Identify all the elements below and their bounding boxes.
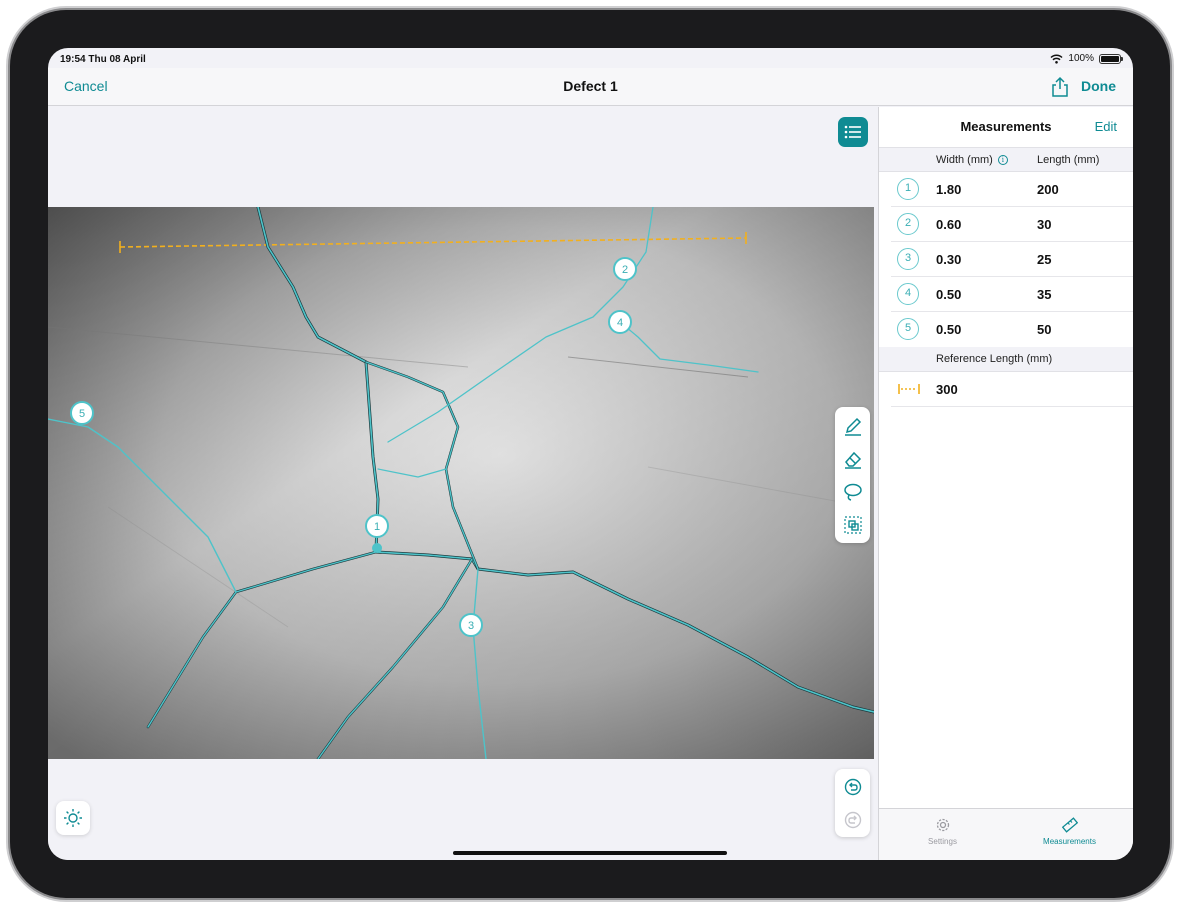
brightness-icon: [64, 809, 82, 827]
edit-button[interactable]: Edit: [1095, 119, 1117, 134]
measurement-number: 4: [897, 283, 919, 305]
pencil-tool[interactable]: [839, 412, 866, 439]
eraser-tool[interactable]: [839, 445, 866, 472]
select-tool[interactable]: [839, 511, 866, 538]
redo-icon: [844, 811, 861, 828]
tab-measurements[interactable]: Measurements: [1006, 817, 1133, 846]
redo-button[interactable]: [839, 806, 866, 833]
page-title: Defect 1: [563, 78, 618, 94]
pencil-icon: [844, 417, 861, 436]
home-indicator: [453, 851, 727, 855]
measurements-header: Measurements Edit: [879, 107, 1133, 147]
eraser-icon: [844, 451, 861, 469]
tab-settings[interactable]: Settings: [879, 817, 1006, 846]
measurement-row[interactable]: 5 0.50 50: [891, 312, 1133, 347]
marker-label: 3: [468, 620, 474, 632]
battery-percent: 100%: [1068, 53, 1094, 64]
crack-marker[interactable]: 5: [70, 401, 94, 425]
image-canvas-area: 1 2 3 4 5: [48, 107, 878, 860]
ruler-icon: [898, 384, 920, 394]
measurement-length: 25: [1037, 252, 1052, 267]
undo-button[interactable]: [839, 773, 866, 800]
undo-icon: [844, 778, 861, 795]
info-icon[interactable]: i: [997, 155, 1008, 165]
marker-label: 4: [617, 317, 623, 329]
marker-label: 2: [622, 264, 628, 276]
measurement-width: 0.30: [936, 252, 962, 267]
measurement-number: 1: [897, 178, 919, 200]
history-controls: [835, 769, 870, 837]
measurement-length: 200: [1037, 182, 1059, 197]
list-icon: [844, 125, 861, 139]
measurement-number: 5: [897, 318, 919, 340]
measurement-row[interactable]: 4 0.50 35: [891, 277, 1133, 312]
status-indicators: 100%: [1050, 53, 1123, 64]
measurement-number: 3: [897, 248, 919, 270]
crack-overlay[interactable]: 1 2 3 4 5: [48, 207, 874, 759]
defect-photo[interactable]: 1 2 3 4 5: [48, 207, 874, 759]
length-column-header: Length (mm): [1037, 154, 1100, 166]
measurement-number: 2: [897, 213, 919, 235]
measurement-length: 30: [1037, 217, 1052, 232]
share-icon[interactable]: [1050, 76, 1070, 98]
navigation-bar: Cancel Defect 1 Done: [48, 68, 1133, 106]
measurement-width: 0.50: [936, 322, 962, 337]
marker-label: 1: [374, 521, 380, 533]
measurement-width: 0.60: [936, 217, 962, 232]
reference-length-row[interactable]: 300: [891, 372, 1133, 407]
measurement-row[interactable]: 1 1.80 200: [891, 172, 1133, 207]
list-toggle-button[interactable]: [838, 117, 868, 147]
marker-label: 5: [79, 408, 85, 420]
reference-length-header: Reference Length (mm): [879, 347, 1133, 372]
select-icon: [843, 515, 862, 534]
reference-length-value: 300: [936, 382, 958, 397]
measurement-length: 50: [1037, 322, 1052, 337]
brightness-button[interactable]: [56, 801, 90, 835]
measurement-row[interactable]: 3 0.30 25: [891, 242, 1133, 277]
measurement-row[interactable]: 2 0.60 30: [891, 207, 1133, 242]
status-time: 19:54 Thu 08 April: [60, 54, 146, 65]
tab-settings-label: Settings: [928, 837, 957, 846]
lasso-icon: [843, 483, 862, 501]
measurements-panel: Measurements Edit Width (mm) i Length (m…: [878, 107, 1133, 860]
done-button[interactable]: Done: [1081, 78, 1116, 94]
column-headers: Width (mm) i Length (mm): [879, 147, 1133, 172]
width-column-header: Width (mm) i: [936, 154, 1008, 166]
tab-bar: Settings Measurements: [879, 808, 1133, 860]
ruler-icon: [1061, 817, 1078, 833]
drawing-tools: [835, 407, 870, 543]
crack-marker[interactable]: 2: [613, 257, 637, 281]
tab-measurements-label: Measurements: [1043, 837, 1096, 846]
measurement-width: 1.80: [936, 182, 962, 197]
app-screen: 19:54 Thu 08 April 100% Cancel Defect 1 …: [48, 48, 1133, 860]
measurement-width: 0.50: [936, 287, 962, 302]
measurement-length: 35: [1037, 287, 1052, 302]
gear-icon: [936, 818, 949, 832]
crack-marker[interactable]: 4: [608, 310, 632, 334]
width-column-label: Width (mm): [936, 154, 993, 166]
crack-marker[interactable]: 3: [459, 613, 483, 637]
battery-icon: [1099, 53, 1123, 64]
lasso-tool[interactable]: [839, 478, 866, 505]
wifi-icon: [1050, 54, 1063, 64]
